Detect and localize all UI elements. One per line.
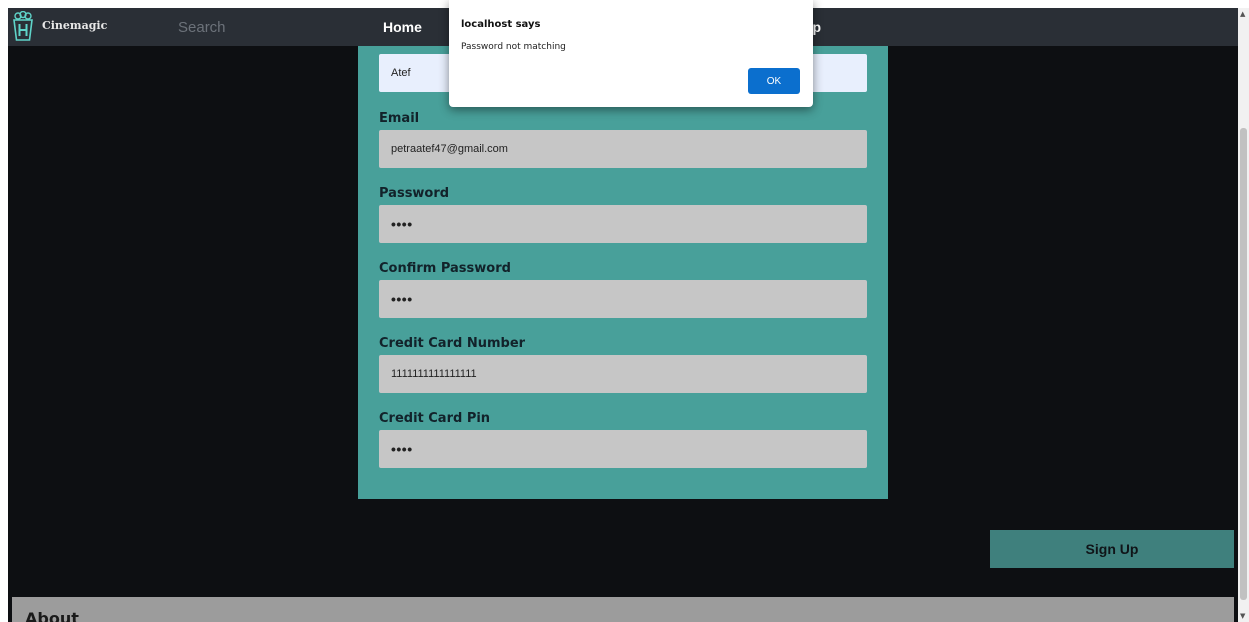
scroll-down-arrow-icon[interactable]: ▼ bbox=[1240, 612, 1245, 620]
password-label: Password bbox=[379, 186, 450, 201]
email-field[interactable]: petraatef47@gmail.com bbox=[379, 130, 867, 168]
scrollbar-thumb[interactable] bbox=[1240, 128, 1247, 600]
scroll-up-arrow-icon[interactable]: ▲ bbox=[1240, 10, 1245, 18]
email-label: Email bbox=[379, 111, 420, 126]
alert-title: localhost says bbox=[461, 19, 541, 30]
vertical-scrollbar[interactable]: ▲ ▼ bbox=[1238, 8, 1249, 622]
credit-card-pin-field[interactable]: •••• bbox=[379, 430, 867, 468]
signup-button[interactable]: Sign Up bbox=[990, 530, 1234, 568]
password-field[interactable]: •••• bbox=[379, 205, 867, 243]
signup-form: Atef Email petraatef47@gmail.com Passwor… bbox=[358, 46, 888, 499]
confirm-password-label: Confirm Password bbox=[379, 261, 511, 276]
credit-card-number-label: Credit Card Number bbox=[379, 336, 526, 351]
popcorn-logo-icon[interactable] bbox=[12, 11, 34, 41]
nav-link-home[interactable]: Home bbox=[383, 19, 422, 35]
alert-message: Password not matching bbox=[461, 42, 566, 52]
brand-name[interactable]: Cinemagic bbox=[42, 19, 107, 32]
about-section: About bbox=[12, 597, 1234, 622]
confirm-password-field[interactable]: •••• bbox=[379, 280, 867, 318]
alert-ok-button[interactable]: OK bbox=[748, 68, 800, 94]
alert-dialog: localhost says Password not matching OK bbox=[449, 0, 813, 107]
about-title: About bbox=[25, 609, 79, 622]
search-input[interactable] bbox=[174, 17, 342, 37]
credit-card-number-field[interactable]: 1111111111111111 bbox=[379, 355, 867, 393]
credit-card-pin-label: Credit Card Pin bbox=[379, 411, 491, 426]
